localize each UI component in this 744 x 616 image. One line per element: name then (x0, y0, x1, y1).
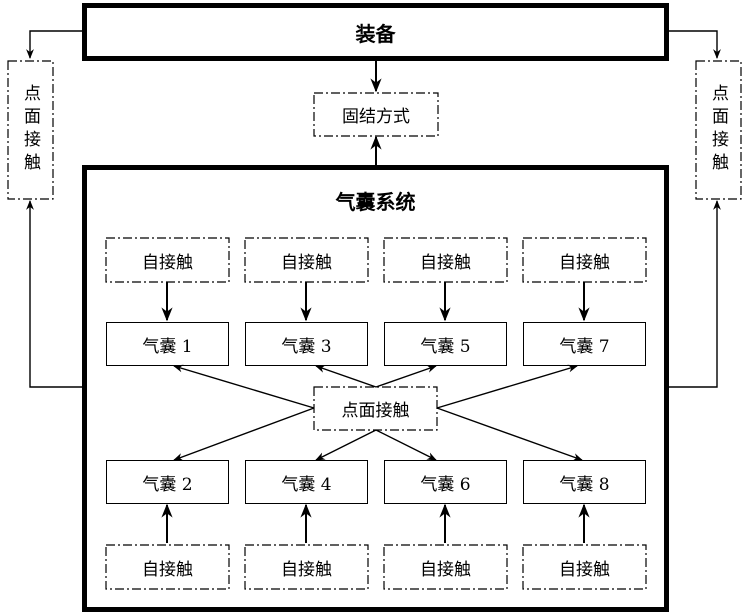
center-contact-label: 点面接触 (341, 401, 410, 421)
equipment-box[interactable]: 装备 (82, 3, 669, 61)
airbag-8[interactable]: 气囊 8 (523, 460, 646, 504)
self-contact-label: 自接触 (420, 559, 471, 580)
self-contact-label: 自接触 (559, 559, 610, 580)
fastening-box[interactable]: 固结方式 (314, 93, 438, 136)
self-contact-label: 自接触 (281, 252, 332, 273)
airbag-3[interactable]: 气囊 3 (245, 322, 368, 366)
equipment-label: 装备 (355, 21, 396, 46)
airbag-6[interactable]: 气囊 6 (384, 460, 507, 504)
right-point-surface-contact[interactable]: 点面接触 (696, 61, 741, 199)
self-contact-top-5[interactable]: 自接触 (384, 238, 507, 282)
self-contact-bottom-8[interactable]: 自接触 (523, 545, 646, 589)
fastening-label: 固结方式 (342, 107, 410, 127)
self-contact-top-7[interactable]: 自接触 (523, 238, 646, 282)
arrow-equipment-to-right-contact (668, 30, 721, 59)
airbag-7[interactable]: 气囊 7 (523, 322, 646, 366)
self-contact-label: 自接触 (420, 252, 471, 273)
airbag-1[interactable]: 气囊 1 (106, 322, 229, 366)
self-contact-label: 自接触 (281, 559, 332, 580)
arrow-system-to-right-contact (668, 200, 721, 388)
airbag-system-title-wrap: 气囊系统 (82, 185, 669, 215)
self-contact-label: 自接触 (142, 559, 193, 580)
airbag-label: 气囊 6 (420, 474, 471, 495)
self-contact-bottom-6[interactable]: 自接触 (384, 545, 507, 589)
airbag-label: 气囊 5 (420, 336, 471, 357)
airbag-label: 气囊 7 (559, 336, 610, 357)
center-point-surface-contact[interactable]: 点面接触 (314, 387, 437, 430)
self-contact-bottom-4[interactable]: 自接触 (245, 545, 368, 589)
airbag-label: 气囊 2 (142, 474, 193, 495)
self-contact-top-3[interactable]: 自接触 (245, 238, 368, 282)
self-contact-bottom-2[interactable]: 自接触 (106, 545, 229, 589)
self-contact-top-1[interactable]: 自接触 (106, 238, 229, 282)
airbag-label: 气囊 1 (142, 336, 193, 357)
airbag-label: 气囊 8 (559, 474, 610, 495)
arrow-equipment-to-left-contact (26, 30, 82, 59)
airbag-5[interactable]: 气囊 5 (384, 322, 507, 366)
airbag-label: 气囊 4 (281, 474, 332, 495)
left-contact-label: 点面接触 (20, 84, 40, 176)
self-contact-label: 自接触 (142, 252, 193, 273)
right-contact-label: 点面接触 (708, 84, 728, 176)
arrow-system-to-left-contact (26, 200, 82, 388)
airbag-4[interactable]: 气囊 4 (245, 460, 368, 504)
airbag-2[interactable]: 气囊 2 (106, 460, 229, 504)
left-point-surface-contact[interactable]: 点面接触 (8, 61, 53, 199)
airbag-label: 气囊 3 (281, 336, 332, 357)
airbag-system-title: 气囊系统 (335, 189, 416, 214)
self-contact-label: 自接触 (559, 252, 610, 273)
